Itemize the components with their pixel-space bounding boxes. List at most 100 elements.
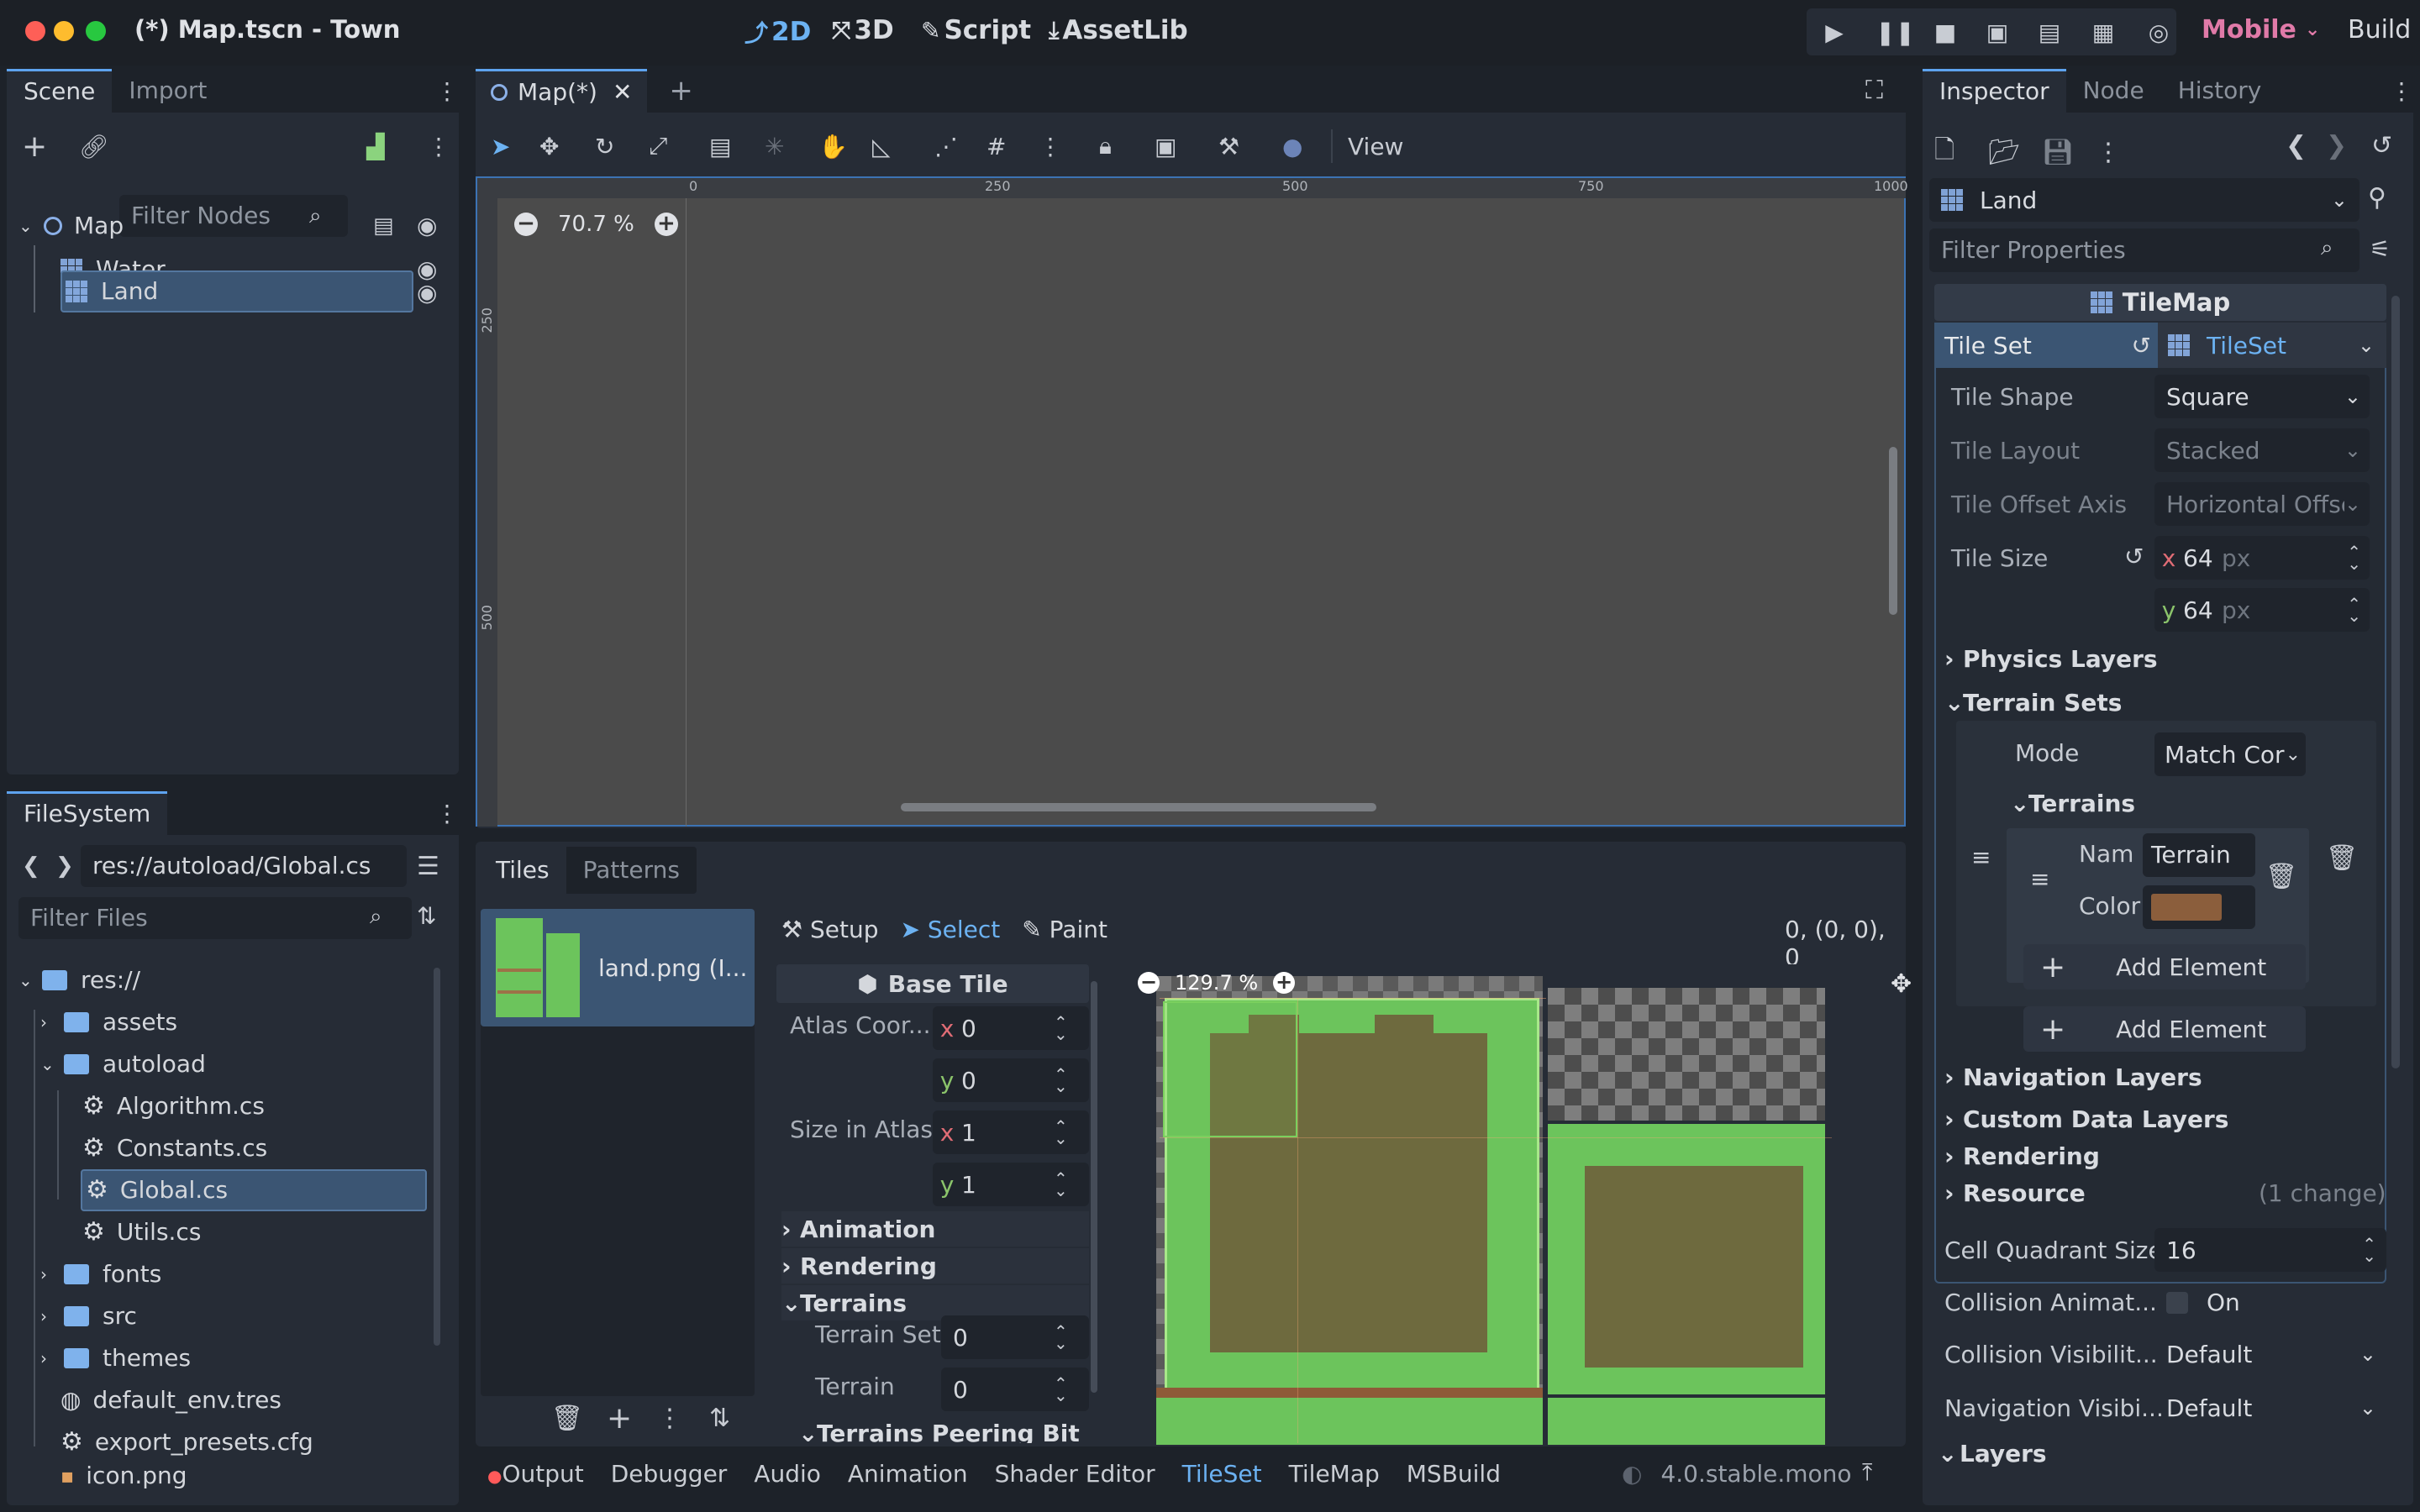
folder-autoload[interactable]: ⌄ autoload	[7, 1043, 444, 1085]
collision-visibility-dropdown[interactable]: Default ⌄	[2154, 1332, 2386, 1376]
delete-trash-icon[interactable]: 🗑︎	[2326, 843, 2358, 873]
script-attached-icon[interactable]: ▤	[373, 213, 394, 239]
property-settings-icon[interactable]: ⚟	[2370, 235, 2391, 263]
dock-menu-icon[interactable]: ⋮	[2390, 77, 2413, 105]
workspace-3d-button[interactable]: ⤧ 3D	[832, 15, 894, 45]
folder-src[interactable]: › src	[7, 1295, 444, 1337]
camera-icon[interactable]: ●	[1282, 133, 1331, 160]
tab-map-scene[interactable]: Map(*) ✕	[476, 69, 648, 113]
smart-snap-icon[interactable]: ⋰	[934, 133, 986, 160]
pan-hand-icon[interactable]: ✋	[818, 133, 872, 160]
tab-output[interactable]: ●Output	[487, 1460, 584, 1488]
folder-fonts[interactable]: › fonts	[7, 1253, 444, 1295]
tree-node-land[interactable]: Land	[60, 270, 413, 312]
section-navigation-layers[interactable]: › Navigation Layers	[1944, 1063, 2202, 1091]
file-export-presets[interactable]: ⚙ export_presets.cfg	[7, 1421, 444, 1463]
resource-menu-icon[interactable]: ⋮	[2096, 138, 2121, 167]
atlas-view[interactable]: − 129.7 % +	[1131, 964, 1887, 1445]
terrain-color-picker[interactable]	[2143, 885, 2255, 929]
scene-menu-icon[interactable]: ⋮	[427, 133, 450, 160]
object-selector[interactable]: Land ⌄	[1929, 178, 2360, 222]
revert-icon[interactable]: ↺	[2124, 543, 2144, 570]
navigation-visibility-dropdown[interactable]: Default ⌄	[2154, 1386, 2386, 1430]
add-source-icon[interactable]: +	[607, 1401, 657, 1436]
tab-history[interactable]: History	[2161, 69, 2279, 113]
workspace-assetlib-button[interactable]: ⤓ AssetLib	[1049, 15, 1188, 45]
section-terrain-sets[interactable]: ⌄ Terrain Sets	[1944, 689, 2122, 717]
section-rendering[interactable]: › Rendering	[781, 1248, 1089, 1284]
inspector-scrollbar[interactable]	[2391, 296, 2400, 1068]
spinner-arrows-icon[interactable]: ⌃ ⌄	[1054, 1323, 1068, 1352]
pause-icon[interactable]: ❚❚	[1876, 18, 1915, 47]
zoom-level[interactable]: 70.7 %	[558, 212, 634, 237]
bones-icon[interactable]: ⚒	[1218, 133, 1282, 160]
sort-icon[interactable]: ⇅	[417, 902, 436, 930]
move-handle-icon[interactable]: ✥	[1891, 969, 1912, 999]
spinner-arrows-icon[interactable]: ⌃ ⌄	[2347, 596, 2361, 624]
horizontal-scrollbar[interactable]	[901, 803, 1376, 811]
tab-animation[interactable]: Animation	[848, 1460, 968, 1488]
tab-scene[interactable]: Scene	[7, 69, 113, 113]
cell-quadrant-field[interactable]: 16 ⌃ ⌄	[2154, 1228, 2386, 1272]
spinner-arrows-icon[interactable]: ⌃ ⌄	[1054, 1014, 1068, 1042]
sort-icon[interactable]: ⇅	[709, 1404, 730, 1433]
drag-handle-icon[interactable]: ≡	[2030, 865, 2049, 893]
play-icon[interactable]: ▶	[1820, 18, 1849, 47]
spinner-arrows-icon[interactable]: ⌃ ⌄	[1054, 1170, 1068, 1199]
zoom-in-icon[interactable]: +	[1273, 972, 1296, 994]
tile-offset-axis-dropdown[interactable]: Horizontal Offset⌄	[2154, 482, 2370, 526]
close-window-button[interactable]	[25, 21, 45, 41]
file-utils[interactable]: ⚙ Utils.cs	[7, 1211, 444, 1253]
new-resource-icon[interactable]: 🗋	[1934, 131, 1988, 174]
zoom-out-icon[interactable]: −	[514, 213, 538, 236]
folder-assets[interactable]: › assets	[7, 1001, 444, 1043]
file-algorithm[interactable]: ⚙ Algorithm.cs	[7, 1085, 444, 1127]
lock-icon[interactable]: 🔒︎	[1099, 132, 1155, 160]
play-custom-scene-icon[interactable]: ▦	[2089, 18, 2118, 47]
terrain-field[interactable]: 0 ⌃ ⌄	[941, 1368, 1089, 1411]
filter-properties-input[interactable]: Filter Properties	[1929, 228, 2360, 272]
expand-panel-icon[interactable]: ⤒	[1862, 1458, 1872, 1487]
select-mode-button[interactable]: ➤ Select	[901, 916, 1001, 943]
spinner-arrows-icon[interactable]: ⌃ ⌄	[1054, 1375, 1068, 1404]
back-arrow-icon[interactable]: ❮	[2286, 131, 2326, 160]
tile-size-x-field[interactable]: x 64 px ⌃ ⌄	[2154, 536, 2370, 580]
maximize-window-button[interactable]	[86, 21, 106, 41]
tile-shape-dropdown[interactable]: Square ⌄	[2154, 375, 2370, 418]
rotate-mode-icon[interactable]: ↻	[595, 133, 649, 160]
filter-files-input[interactable]: Filter Files	[18, 897, 412, 939]
pivot-icon[interactable]: ✳	[765, 133, 818, 160]
filesystem-scrollbar[interactable]	[434, 968, 440, 1346]
group-icon[interactable]: ▣	[1155, 133, 1218, 160]
paint-mode-button[interactable]: ✎ Paint	[1022, 916, 1107, 943]
dock-menu-icon[interactable]: ⋮	[435, 77, 459, 105]
add-scene-tab-icon[interactable]: +	[669, 74, 693, 108]
tile-set-resource-picker[interactable]: TileSet ⌄	[2158, 323, 2386, 368]
delete-trash-icon[interactable]: 🗑︎	[551, 1404, 607, 1433]
stop-icon[interactable]: ■	[1931, 18, 1960, 47]
add-terrain-set-button[interactable]: + Add Element	[2023, 1006, 2306, 1052]
tab-debugger[interactable]: Debugger	[611, 1460, 728, 1488]
renderer-dropdown[interactable]: Mobile ⌄	[2202, 15, 2320, 45]
save-icon[interactable]: 💾︎	[2042, 138, 2096, 167]
add-node-icon[interactable]: +	[22, 129, 47, 164]
tab-msbuild[interactable]: MSBuild	[1407, 1460, 1501, 1488]
view-menu[interactable]: View	[1348, 133, 1403, 160]
tab-inspector[interactable]: Inspector	[1923, 69, 2066, 113]
drag-handle-icon[interactable]: ≡	[1971, 843, 1991, 871]
distraction-free-icon[interactable]: ⛶	[1865, 76, 1883, 105]
spinner-arrows-icon[interactable]: ⌃ ⌄	[2347, 543, 2361, 572]
workspace-2d-button[interactable]: ⤴ 2D	[744, 15, 811, 49]
mode-dropdown[interactable]: Match Corners⌄	[2154, 732, 2306, 776]
tile-size-y-field[interactable]: y 64 px ⌃ ⌄	[2154, 588, 2370, 632]
open-folder-icon[interactable]: 📂︎	[1988, 138, 2042, 167]
grid-snap-icon[interactable]: #	[986, 133, 1039, 160]
terrain-name-field[interactable]: Terrain	[2143, 833, 2255, 877]
workspace-script-button[interactable]: ✎ Script	[921, 15, 1031, 45]
file-constants[interactable]: ⚙ Constants.cs	[7, 1127, 444, 1169]
spinner-arrows-icon[interactable]: ⌃ ⌄	[1054, 1118, 1068, 1147]
play-scene-icon[interactable]: ▤	[2035, 18, 2064, 47]
object-history-icon[interactable]: ↺	[2371, 131, 2392, 160]
link-icon[interactable]: 🔗︎	[79, 133, 109, 160]
add-terrain-element-button[interactable]: + Add Element	[2023, 944, 2306, 990]
